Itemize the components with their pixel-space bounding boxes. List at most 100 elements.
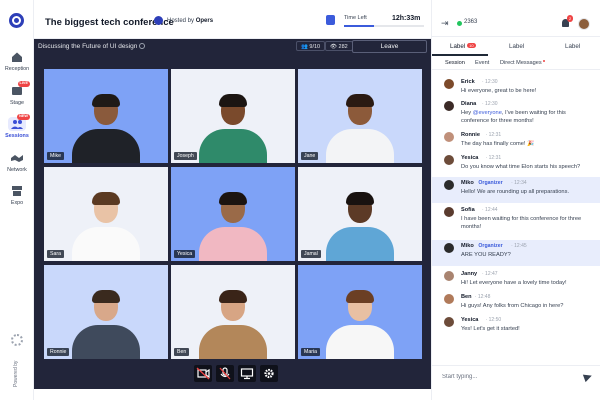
chat-subtabs: Session Event Direct Messages [432,56,600,70]
message-avatar[interactable] [444,155,454,165]
participant-name-tag: Ronnie [47,348,70,356]
participant-name-tag: Joseph [174,152,197,160]
message-avatar[interactable] [444,243,454,253]
nav-item-reception[interactable]: Reception [0,50,34,72]
message-author[interactable]: Miko [461,180,474,186]
video-tile[interactable]: Joseph [171,69,295,163]
panel-toolbar: ⇥ 2363 2 [432,0,600,37]
time-left-progress [344,25,424,27]
message-author[interactable]: Ronnie [461,132,480,138]
message-author[interactable]: Janny [461,271,477,277]
message-avatar[interactable] [444,79,454,89]
mic-off-icon[interactable] [216,365,234,382]
brand-mark-icon [11,334,23,346]
video-tile[interactable]: Mike [44,69,168,163]
leave-button[interactable]: Leave [352,40,427,53]
online-count: 2363 [464,19,478,25]
nav-item-network[interactable]: Network [0,151,34,173]
left-nav-rail: Reception LIVE Stage NEW Sessions Networ… [0,0,34,400]
message-time: · 12:34 [511,180,527,186]
message-avatar[interactable] [444,132,454,142]
tab-label-1-text: Label [450,43,466,50]
chat-message: Sofia · 12:44 I have been waiting for this… [432,204,600,238]
message-author[interactable]: Ben [461,294,472,300]
settings-icon[interactable] [260,365,278,382]
home-icon [8,50,26,64]
message-time: · 12:31 [485,155,502,161]
message-avatar[interactable] [444,317,454,327]
host-name[interactable]: Opers [196,18,213,24]
tab-label-2[interactable]: Label [509,43,524,50]
viewers-count: 282 [338,44,348,50]
message-avatar[interactable] [444,271,454,281]
message-avatar[interactable] [444,207,454,217]
message-time: · 12:50 [485,317,502,323]
organizer-badge: Organizer [478,243,503,249]
session-stage: Discussing the Future of UI design 👥 9/1… [34,39,431,389]
participant-video [193,183,273,261]
participant-name-tag: Yesica [174,250,196,258]
send-icon[interactable] [582,371,594,383]
message-author[interactable]: Miko [461,243,474,249]
subtab-direct-messages[interactable]: Direct Messages [500,60,545,66]
nav-item-expo[interactable]: Expo [0,184,34,206]
video-tile[interactable]: Maria [298,265,422,359]
message-text: Do you know what time Elon starts his sp… [461,164,581,170]
chat-message: Miko Organizer · 12:34 Hello! We are roundi… [432,177,600,203]
session-title: Discussing the Future of UI design [38,43,146,50]
participant-video [320,85,400,163]
nav-label-network: Network [7,167,27,173]
tab-label-3[interactable]: Label [565,43,580,50]
nav-label-stage: Stage [9,100,25,106]
participant-video [66,281,146,359]
subtab-session[interactable]: Session [445,60,465,66]
tab-badge: 10 [467,43,476,48]
screen-share-icon[interactable] [238,365,256,382]
message-time: · 12:31 [485,132,502,138]
event-header: The biggest tech conference Hosted by Op… [34,0,431,39]
video-tile[interactable]: Jamal [298,167,422,261]
message-avatar[interactable] [444,294,454,304]
message-author[interactable]: Yesica [461,155,478,161]
subtab-direct-messages-text: Direct Messages [500,60,542,66]
message-author[interactable]: Yesica [461,317,478,323]
chat-panel: ⇥ 2363 2 Label 10 Label Label Session Eve… [431,0,600,400]
time-left-label: Time Left [344,15,367,21]
message-author[interactable]: Diana [461,101,476,107]
chat-message: Ronnie · 12:31 The day has finally come! 🎉 [432,129,600,151]
participant-name-tag: Jane [301,152,319,160]
info-icon[interactable] [139,43,146,50]
subtab-event[interactable]: Event [475,60,489,66]
handshake-icon [8,151,26,165]
mention-link[interactable]: @everyone [473,110,502,116]
tab-label-1[interactable]: Label 10 [450,43,476,50]
notification-badge: 2 [567,15,574,22]
message-avatar[interactable] [444,101,454,111]
video-tile[interactable]: Jane [298,69,422,163]
message-composer [432,365,600,387]
nav-label-expo: Expo [10,200,24,206]
message-author[interactable]: Sofia [461,207,475,213]
collapse-panel-icon[interactable]: ⇥ [441,18,449,29]
message-time: · 12:44 [482,207,498,213]
video-tile[interactable]: Ronnie [44,265,168,359]
participant-name-tag: Ben [174,348,190,356]
video-tile[interactable]: Sara [44,167,168,261]
chat-message: Janny · 12:47 Hi! Let everyone have a love… [432,268,600,290]
message-text: Hey @everyone, I've been waiting for thi… [461,110,566,124]
message-input[interactable] [442,371,572,383]
video-tile[interactable]: Ben [171,265,295,359]
message-avatar[interactable] [444,180,454,190]
message-author[interactable]: Erick [461,79,475,85]
user-avatar[interactable] [578,18,590,30]
camera-off-icon[interactable] [194,365,212,382]
unread-dot [542,60,545,62]
nav-item-sessions[interactable]: NEW Sessions [0,114,34,139]
participants-count: 9/10 [309,44,321,50]
message-text: Hi guys! Any folks from Chicago in here? [461,303,564,309]
message-text: I have been waiting for this conference … [461,216,582,230]
nav-item-stage[interactable]: LIVE Stage [0,81,34,106]
app-logo[interactable] [9,13,24,28]
video-tile[interactable]: Yesica [171,167,295,261]
message-text: Hi everyone, great to be here! [461,88,537,94]
